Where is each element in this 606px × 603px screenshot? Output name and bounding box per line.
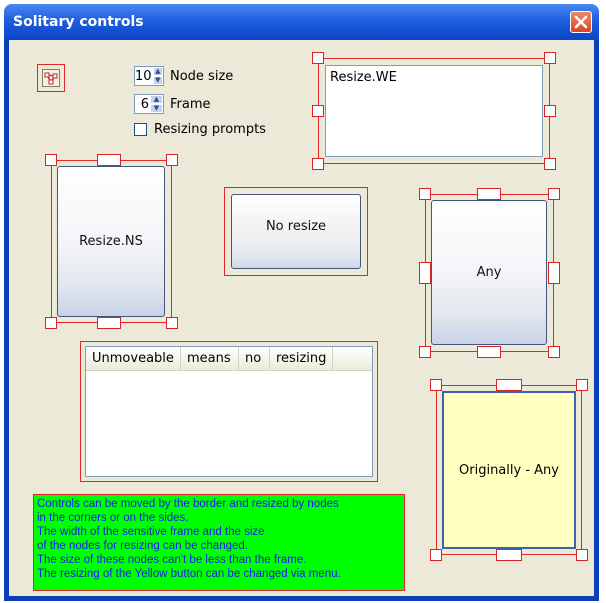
column-header-means[interactable]: means xyxy=(181,347,239,370)
node-size-spinner[interactable]: 10 ▲ ▼ xyxy=(134,66,164,86)
frame-control: 6 ▲ ▼ Frame xyxy=(134,94,211,114)
node-size-value[interactable]: 10 xyxy=(135,69,153,84)
resize-node[interactable] xyxy=(548,262,560,284)
graph-icon-button[interactable] xyxy=(42,69,60,87)
spin-up-arrow-icon[interactable]: ▲ xyxy=(152,67,163,76)
resize-node[interactable] xyxy=(312,105,324,117)
resize-node[interactable] xyxy=(548,188,560,200)
resize-ns-button[interactable]: Resize.NS xyxy=(57,166,165,317)
resize-node[interactable] xyxy=(544,52,556,64)
resize-node[interactable] xyxy=(312,52,324,64)
spin-down-arrow-icon[interactable]: ▼ xyxy=(150,104,163,113)
resize-node[interactable] xyxy=(477,188,501,200)
spin-down-arrow-icon[interactable]: ▼ xyxy=(152,76,163,85)
resize-node[interactable] xyxy=(496,379,522,391)
resize-node[interactable] xyxy=(97,317,121,329)
resize-node[interactable] xyxy=(477,346,501,358)
resize-node[interactable] xyxy=(97,154,121,166)
listview[interactable]: Unmoveable means no resizing xyxy=(85,346,373,477)
any-button[interactable]: Any xyxy=(431,200,547,345)
frame-label: Frame xyxy=(170,96,211,112)
info-text-box: Controls can be moved by the border and … xyxy=(33,494,405,591)
info-line: The resizing of the Yellow button can be… xyxy=(37,568,341,580)
app-window: Solitary controls 10 ▲ ▼ Node size 6 ▲ ▼… xyxy=(4,4,599,601)
resize-ns-label: Resize.NS xyxy=(79,234,143,249)
column-header-resizing[interactable]: resizing xyxy=(270,347,333,370)
node-size-control: 10 ▲ ▼ Node size xyxy=(134,66,233,86)
column-header-no[interactable]: no xyxy=(239,347,270,370)
resize-node[interactable] xyxy=(312,158,324,170)
resizing-prompts-label: Resizing prompts xyxy=(154,121,266,137)
resize-node[interactable] xyxy=(430,379,442,391)
resize-node[interactable] xyxy=(45,154,57,166)
close-icon xyxy=(574,15,588,29)
listview-header: Unmoveable means no resizing xyxy=(86,347,372,371)
resize-node[interactable] xyxy=(166,154,178,166)
info-line: in the corners or on the sides. xyxy=(37,512,189,524)
resize-node[interactable] xyxy=(419,346,431,358)
info-line: The width of the sensitive frame and the… xyxy=(37,526,265,538)
info-line: of the nodes for resizing can be changed… xyxy=(37,540,248,552)
resize-node[interactable] xyxy=(45,317,57,329)
resize-we-textbox[interactable]: Resize.WE xyxy=(325,65,543,157)
frame-value[interactable]: 6 xyxy=(135,97,150,112)
resize-node[interactable] xyxy=(548,346,560,358)
client-area: 10 ▲ ▼ Node size 6 ▲ ▼ Frame Resizing pr… xyxy=(9,40,594,596)
originally-any-button[interactable]: Originally - Any xyxy=(442,391,576,549)
no-resize-label: No resize xyxy=(265,219,327,234)
frame-spinner[interactable]: 6 ▲ ▼ xyxy=(134,94,164,114)
no-resize-button[interactable]: No resize xyxy=(231,194,361,269)
resize-node[interactable] xyxy=(419,188,431,200)
spin-up-arrow-icon[interactable]: ▲ xyxy=(150,95,163,104)
originally-any-label: Originally - Any xyxy=(459,462,559,478)
resize-node[interactable] xyxy=(166,317,178,329)
resizing-prompts-checkbox-row[interactable]: Resizing prompts xyxy=(134,120,266,138)
resize-node[interactable] xyxy=(419,262,431,284)
window-title: Solitary controls xyxy=(13,14,144,30)
resizing-prompts-checkbox[interactable] xyxy=(134,122,147,136)
column-header-unmoveable[interactable]: Unmoveable xyxy=(86,347,181,370)
any-label: Any xyxy=(476,265,502,280)
title-bar[interactable]: Solitary controls xyxy=(4,4,599,40)
resize-node[interactable] xyxy=(544,105,556,117)
info-line: Controls can be moved by the border and … xyxy=(37,498,339,510)
close-button[interactable] xyxy=(570,11,592,33)
resize-node[interactable] xyxy=(430,549,442,561)
node-size-label: Node size xyxy=(170,68,234,84)
graph-icon xyxy=(44,72,58,85)
resize-node[interactable] xyxy=(576,549,588,561)
resize-node[interactable] xyxy=(496,549,522,561)
resize-node[interactable] xyxy=(544,158,556,170)
resize-node[interactable] xyxy=(576,379,588,391)
info-line: The size of these nodes can't be less th… xyxy=(37,554,307,566)
